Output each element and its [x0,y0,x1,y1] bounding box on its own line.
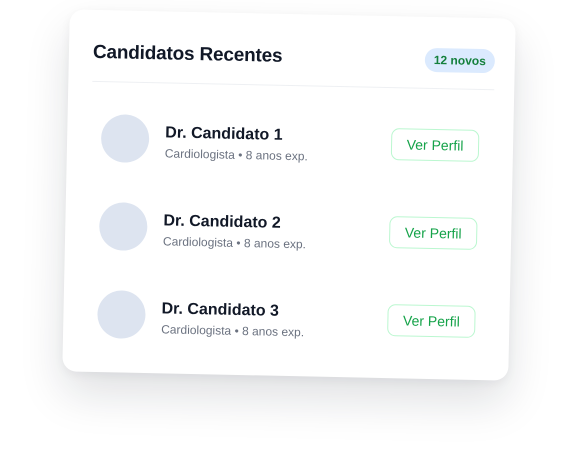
candidate-experience: 8 anos exp. [241,324,305,340]
meta-separator: • [234,323,239,338]
avatar [96,290,146,340]
avatar [98,202,148,252]
candidate-row: Dr. Candidato 3 Cardiologista • 8 anos e… [96,290,476,386]
candidate-row: Dr. Candidato 2 Cardiologista • 8 anos e… [98,202,478,298]
new-count-badge: 12 novos [424,47,496,74]
view-profile-button[interactable]: Ver Perfil [387,304,476,338]
candidate-row: Dr. Candidato 1 Cardiologista • 8 anos e… [100,114,480,210]
card-header: Candidatos Recentes 12 novos [93,36,496,78]
candidate-experience: 8 anos exp. [243,236,307,252]
view-profile-button[interactable]: Ver Perfil [390,128,480,162]
candidate-info: Dr. Candidato 3 Cardiologista • 8 anos e… [161,299,388,342]
candidate-meta: Cardiologista • 8 anos exp. [165,145,391,166]
candidate-name: Dr. Candidato 2 [163,212,281,232]
view-profile-button[interactable]: Ver Perfil [388,216,478,250]
avatar [100,114,150,164]
meta-separator: • [236,235,241,250]
candidate-meta: Cardiologista • 8 anos exp. [163,233,389,254]
recent-candidates-card: Candidatos Recentes 12 novos Dr. Candida… [62,9,516,381]
candidate-specialty: Cardiologista [161,322,232,338]
candidate-info: Dr. Candidato 1 Cardiologista • 8 anos e… [165,123,392,166]
card-title: Candidatos Recentes [92,41,283,67]
candidate-specialty: Cardiologista [162,234,234,250]
candidate-specialty: Cardiologista [164,146,236,162]
candidate-list: Dr. Candidato 1 Cardiologista • 8 anos e… [96,114,480,386]
candidate-info: Dr. Candidato 2 Cardiologista • 8 anos e… [163,211,390,254]
candidate-meta: Cardiologista • 8 anos exp. [161,321,387,342]
header-divider [92,80,495,91]
candidate-name: Dr. Candidato 3 [161,300,280,320]
candidate-experience: 8 anos exp. [245,148,308,164]
candidate-name: Dr. Candidato 1 [165,124,283,144]
meta-separator: • [238,147,243,163]
stage: Candidatos Recentes 12 novos Dr. Candida… [0,0,584,449]
